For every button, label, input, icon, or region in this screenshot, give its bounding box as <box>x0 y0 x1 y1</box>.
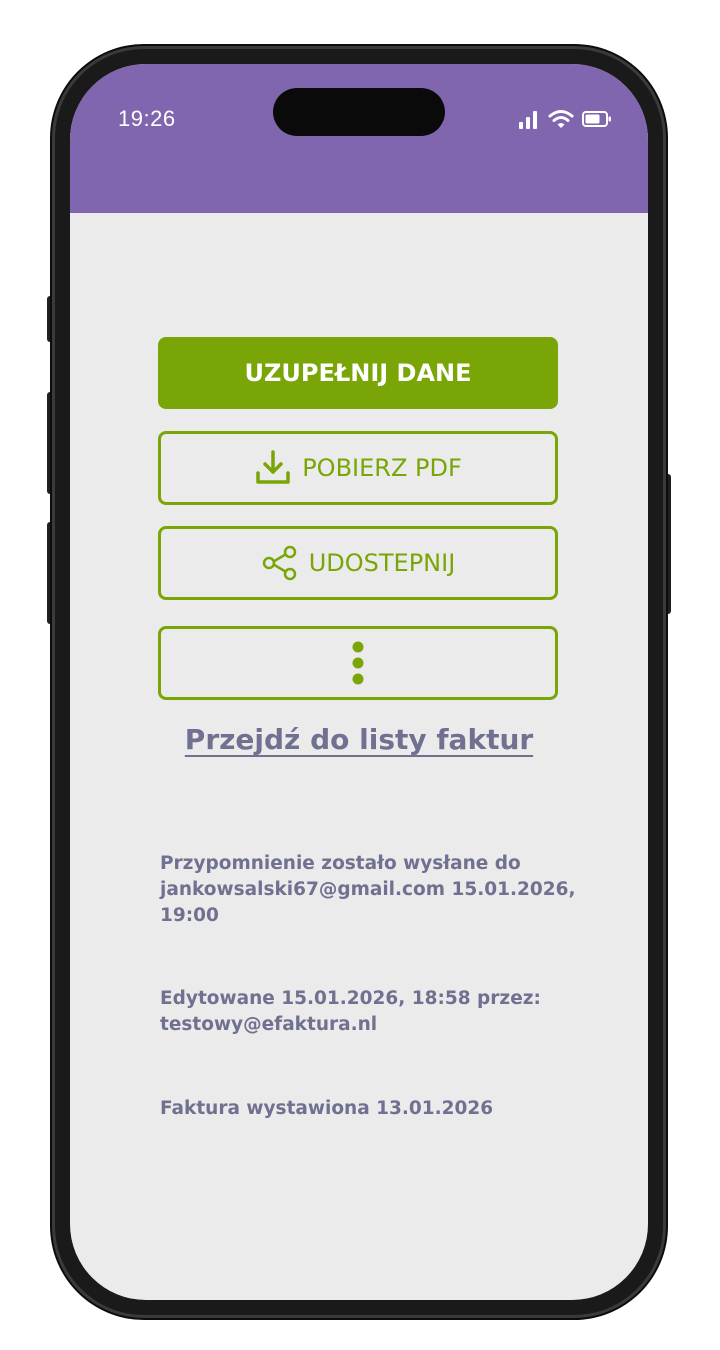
status-time: 19:26 <box>118 106 176 131</box>
complete-data-button[interactable]: UZUPEŁNIJ DANE <box>158 337 558 409</box>
share-button[interactable]: UDOSTEPNIJ <box>158 526 558 600</box>
share-label: UDOSTEPNIJ <box>308 549 456 577</box>
issued-info: Faktura wystawiona 13.01.2026 <box>160 1098 494 1119</box>
phone-screen: 19:26 UZUPEŁNIJ DANE POBIERZ PDF UDOSTEP… <box>70 64 648 1300</box>
wifi-icon <box>548 110 574 128</box>
share-icon <box>261 544 299 582</box>
dynamic-island <box>273 88 445 136</box>
battery-icon <box>582 111 611 127</box>
download-pdf-label: POBIERZ PDF <box>302 454 462 482</box>
more-vertical-icon <box>351 640 365 686</box>
invoice-actions-content: UZUPEŁNIJ DANE POBIERZ PDF UDOSTEPNIJ Pr… <box>70 213 648 1300</box>
download-pdf-button[interactable]: POBIERZ PDF <box>158 431 558 505</box>
status-icons <box>518 108 614 130</box>
edited-info: Edytowane 15.01.2026, 18:58 przez: testo… <box>160 988 541 1035</box>
more-options-button[interactable] <box>158 626 558 700</box>
reminder-info: Przypomnienie zostało wysłane do jankows… <box>160 853 576 926</box>
download-icon <box>254 449 292 487</box>
signal-icon <box>519 111 537 129</box>
complete-data-label: UZUPEŁNIJ DANE <box>244 359 472 387</box>
invoice-list-link[interactable]: Przejdź do listy faktur <box>70 723 648 756</box>
status-header: 19:26 <box>70 64 648 213</box>
